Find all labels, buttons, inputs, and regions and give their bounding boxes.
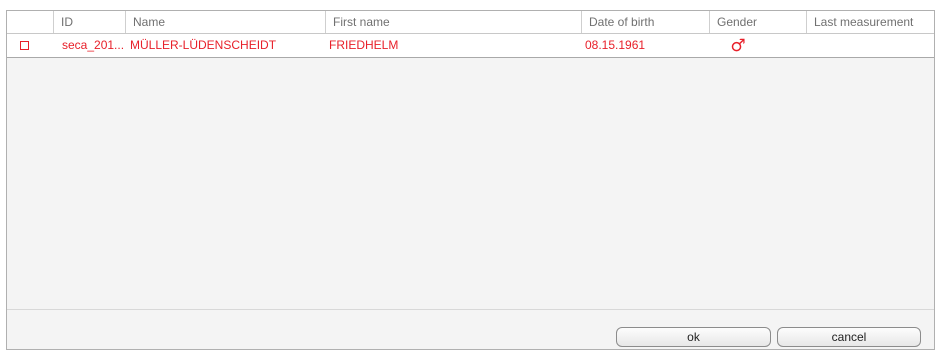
cell-last-measurement	[806, 34, 934, 57]
cell-first-name: FRIEDHELM	[329, 38, 399, 52]
row-select-checkbox[interactable]	[20, 41, 29, 50]
cancel-button[interactable]: cancel	[777, 327, 921, 347]
table-row[interactable]: seca_201... MÜLLER-LÜDENSCHEIDT FRIEDHEL…	[7, 34, 934, 58]
column-header-last-measurement[interactable]: Last measurement	[806, 11, 934, 33]
patient-selection-dialog: ID Name First name Date of birth Gender …	[6, 10, 935, 350]
table-header: ID Name First name Date of birth Gender …	[7, 11, 934, 34]
cell-id: seca_201...	[62, 38, 125, 52]
column-header-id[interactable]: ID	[53, 11, 125, 33]
cell-name: MÜLLER-LÜDENSCHEIDT	[130, 38, 277, 52]
column-header-gender[interactable]: Gender	[709, 11, 806, 33]
cell-date-of-birth: 08.15.1961	[585, 38, 646, 52]
male-gender-icon: ♂	[730, 36, 746, 56]
column-header-date-of-birth[interactable]: Date of birth	[581, 11, 709, 33]
column-header-first-name[interactable]: First name	[325, 11, 581, 33]
column-header-select	[7, 11, 53, 33]
patient-table: ID Name First name Date of birth Gender …	[7, 11, 934, 310]
column-header-name[interactable]: Name	[125, 11, 325, 33]
ok-button[interactable]: ok	[616, 327, 771, 347]
